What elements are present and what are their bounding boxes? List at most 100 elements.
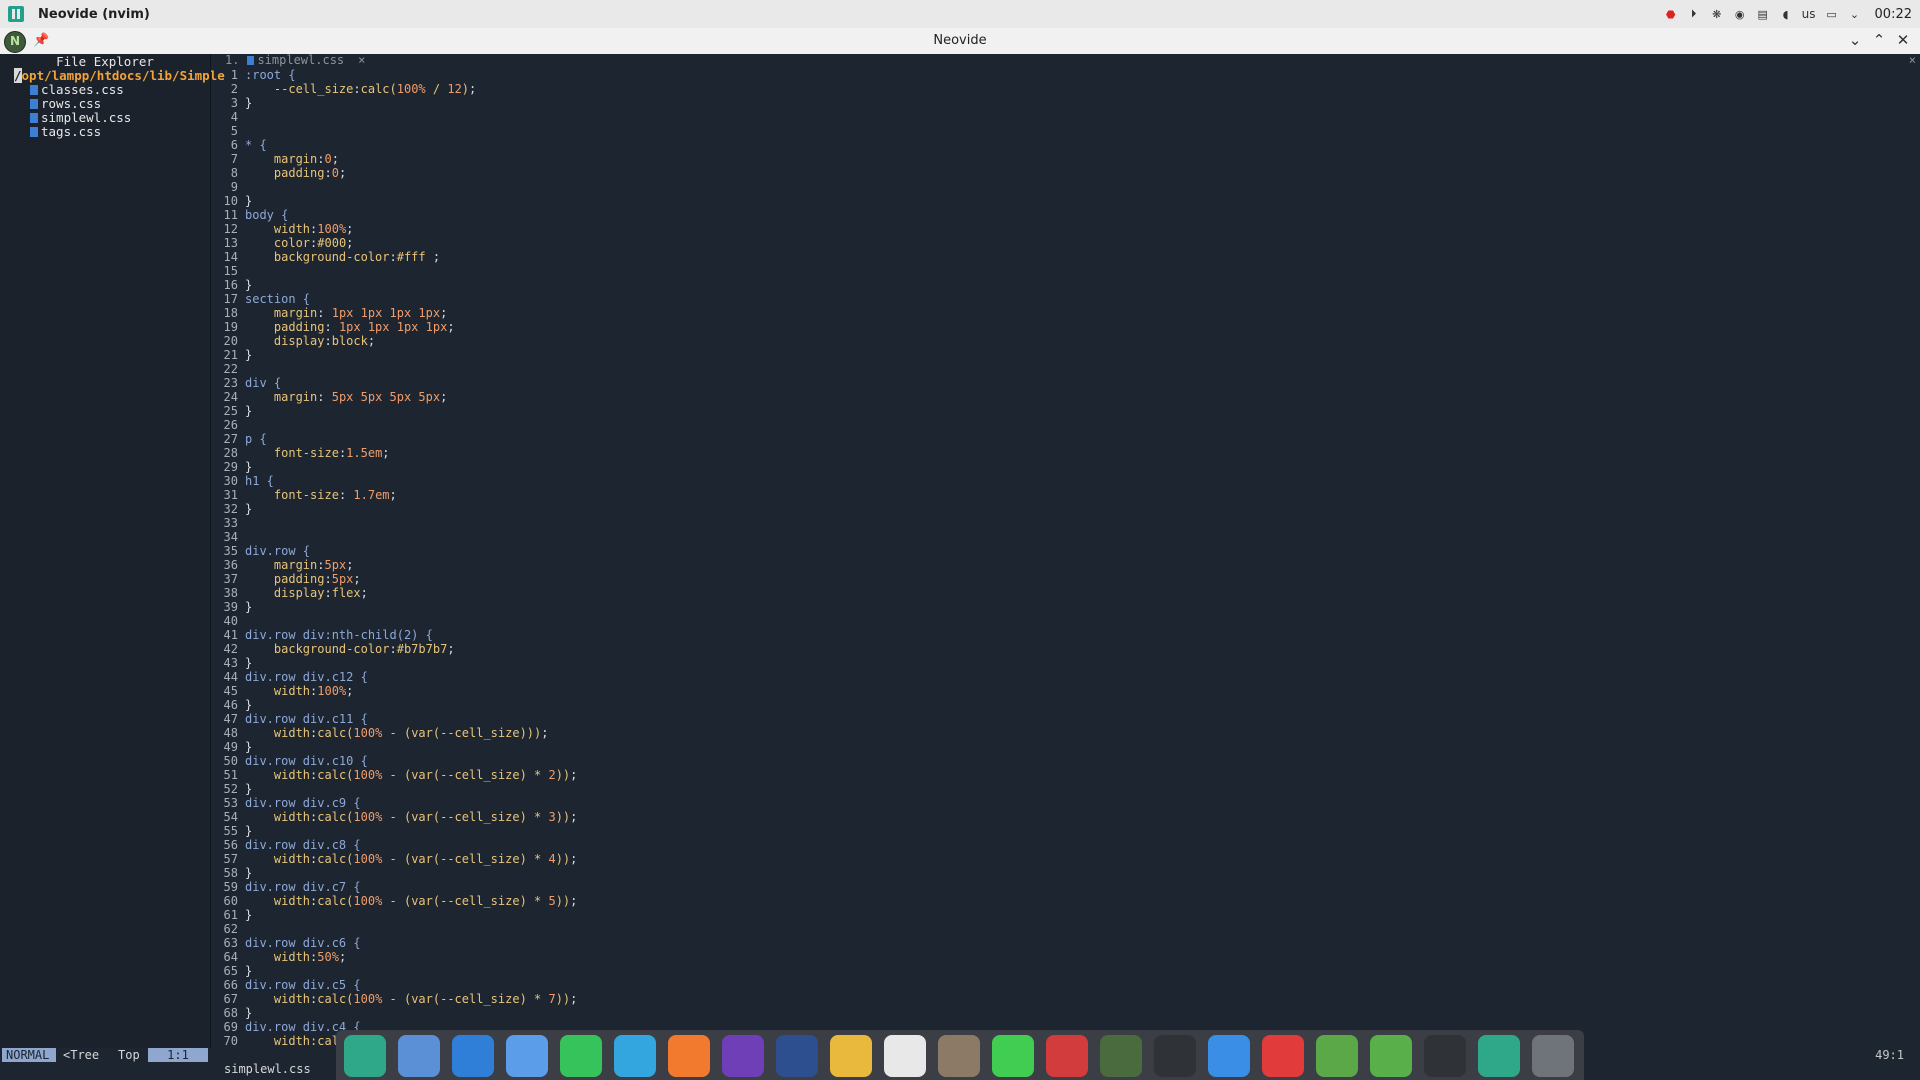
code-line[interactable]: 53 div.row div.c9 { — [210, 796, 361, 810]
code-line[interactable]: 15 — [210, 264, 245, 278]
volume-icon[interactable]: ◖ — [1779, 7, 1793, 21]
code-line[interactable]: 57 width:calc(100% - (var(--cell_size) *… — [210, 852, 578, 866]
windows-apps-icon[interactable] — [452, 1035, 494, 1077]
code-line[interactable]: 70 width:cal — [210, 1034, 339, 1048]
firefox-icon[interactable] — [668, 1035, 710, 1077]
file-manager-icon[interactable] — [398, 1035, 440, 1077]
keyboard-layout[interactable]: us — [1802, 7, 1816, 21]
code-line[interactable]: 2 --cell_size:calc(100% / 12); — [210, 82, 477, 96]
tab-close-icon[interactable]: × — [358, 53, 365, 67]
code-line[interactable]: 51 width:calc(100% - (var(--cell_size) *… — [210, 768, 578, 782]
code-line[interactable]: 67 width:calc(100% - (var(--cell_size) *… — [210, 992, 578, 1006]
code-line[interactable]: 55} — [210, 824, 253, 838]
tree-root-path[interactable]: /opt/lampp/htdocs/lib/Simple — [14, 68, 225, 83]
code-line[interactable]: 33 — [210, 516, 245, 530]
code-line[interactable]: 16} — [210, 278, 253, 292]
code-line[interactable]: 7 margin:0; — [210, 152, 339, 166]
close-button[interactable]: ✕ — [1894, 31, 1912, 49]
code-line[interactable]: 31 font-size: 1.7em; — [210, 488, 397, 502]
mail-icon[interactable] — [506, 1035, 548, 1077]
code-line[interactable]: 49} — [210, 740, 253, 754]
code-line[interactable]: 45 width:100%; — [210, 684, 354, 698]
code-line[interactable]: 30 h1 { — [210, 474, 274, 488]
code-line[interactable]: 9 — [210, 180, 245, 194]
code-line[interactable]: 6 * { — [210, 138, 267, 152]
code-line[interactable]: 34 — [210, 530, 245, 544]
code-line[interactable]: 32} — [210, 502, 253, 516]
code-line[interactable]: 40 — [210, 614, 245, 628]
code-line[interactable]: 41 div.row div:nth-child(2) { — [210, 628, 433, 642]
code-line[interactable]: 17 section { — [210, 292, 310, 306]
code-line[interactable]: 29} — [210, 460, 253, 474]
clock[interactable]: 00:22 — [1875, 7, 1912, 22]
neovim-icon[interactable] — [1100, 1035, 1142, 1077]
code-line[interactable]: 23 div { — [210, 376, 282, 390]
maximize-button[interactable]: ⌃ — [1870, 31, 1888, 49]
cherry-icon[interactable] — [1046, 1035, 1088, 1077]
trash-icon[interactable] — [1532, 1035, 1574, 1077]
code-line[interactable]: 68} — [210, 1006, 253, 1020]
code-line[interactable]: 18 margin: 1px 1px 1px 1px; — [210, 306, 448, 320]
terminal-icon[interactable] — [1154, 1035, 1196, 1077]
tab-simplewl[interactable]: 1. simplewl.css × — [225, 53, 365, 67]
code-line[interactable]: 54 width:calc(100% - (var(--cell_size) *… — [210, 810, 578, 824]
minimize-button[interactable]: ⌄ — [1846, 31, 1864, 49]
code-line[interactable]: 66 div.row div.c5 { — [210, 978, 361, 992]
download-icon[interactable] — [1370, 1035, 1412, 1077]
code-line[interactable]: 38 display:flex; — [210, 586, 368, 600]
code-line[interactable]: 36 margin:5px; — [210, 558, 354, 572]
qc-icon[interactable] — [992, 1035, 1034, 1077]
code-line[interactable]: 19 padding: 1px 1px 1px 1px; — [210, 320, 455, 334]
code-line[interactable]: 20 display:block; — [210, 334, 376, 348]
code-line[interactable]: 37 padding:5px; — [210, 572, 361, 586]
yinyang-icon[interactable] — [884, 1035, 926, 1077]
clipboard-icon[interactable]: ▤ — [1756, 7, 1770, 21]
code-line[interactable]: 5 — [210, 124, 245, 138]
code-line[interactable]: 3} — [210, 96, 252, 110]
code-line[interactable]: 46} — [210, 698, 253, 712]
code-line[interactable]: 47 div.row div.c11 { — [210, 712, 368, 726]
code-line[interactable]: 63 div.row div.c6 { — [210, 936, 361, 950]
keepass-icon[interactable] — [1316, 1035, 1358, 1077]
code-line[interactable]: 27 p { — [210, 432, 267, 446]
whatsapp-icon[interactable] — [560, 1035, 602, 1077]
command-line[interactable]: simplewl.css — [224, 1062, 311, 1076]
tree-file-item[interactable]: classes.css — [30, 82, 124, 97]
telegram-icon[interactable] — [614, 1035, 656, 1077]
code-line[interactable]: 4 — [210, 110, 245, 124]
browser-icon[interactable]: ◉ — [1733, 7, 1747, 21]
code-line[interactable]: 62 — [210, 922, 245, 936]
code-line[interactable]: 24 margin: 5px 5px 5px 5px; — [210, 390, 448, 404]
code-line[interactable]: 48 width:calc(100% - (var(--cell_size)))… — [210, 726, 549, 740]
code-line[interactable]: 22 — [210, 362, 245, 376]
display-icon[interactable]: ▭ — [1825, 7, 1839, 21]
podcast-icon[interactable] — [722, 1035, 764, 1077]
code-line[interactable]: 61} — [210, 908, 253, 922]
code-line[interactable]: 10} — [210, 194, 253, 208]
apps-grid-icon[interactable] — [1424, 1035, 1466, 1077]
code-line[interactable]: 58} — [210, 866, 253, 880]
code-line[interactable]: 8 padding:0; — [210, 166, 346, 180]
document-icon[interactable] — [1208, 1035, 1250, 1077]
code-line[interactable]: 65} — [210, 964, 253, 978]
code-line[interactable]: 1:root { — [210, 68, 296, 82]
code-line[interactable]: 11 body { — [210, 208, 289, 222]
network-icon[interactable]: ❋ — [1710, 7, 1724, 21]
code-line[interactable]: 42 background-color:#b7b7b7; — [210, 642, 455, 656]
code-line[interactable]: 12 width:100%; — [210, 222, 354, 236]
code-line[interactable]: 59 div.row div.c7 { — [210, 880, 361, 894]
code-line[interactable]: 60 width:calc(100% - (var(--cell_size) *… — [210, 894, 578, 908]
tree-file-item[interactable]: rows.css — [30, 96, 101, 111]
files-icon[interactable] — [344, 1035, 386, 1077]
shield-icon[interactable]: ⬣ — [1664, 7, 1678, 21]
git-icon[interactable] — [1262, 1035, 1304, 1077]
close-all-tabs-icon[interactable]: × — [1909, 53, 1916, 67]
code-line[interactable]: 39} — [210, 600, 253, 614]
code-line[interactable]: 21} — [210, 348, 253, 362]
code-line[interactable]: 14 background-color:#fff ; — [210, 250, 441, 264]
code-line[interactable]: 43} — [210, 656, 253, 670]
cloud-icon[interactable] — [776, 1035, 818, 1077]
code-line[interactable]: 26 — [210, 418, 245, 432]
tree-file-item[interactable]: simplewl.css — [30, 110, 131, 125]
media-play-icon[interactable]: ⏵ — [1687, 7, 1701, 21]
